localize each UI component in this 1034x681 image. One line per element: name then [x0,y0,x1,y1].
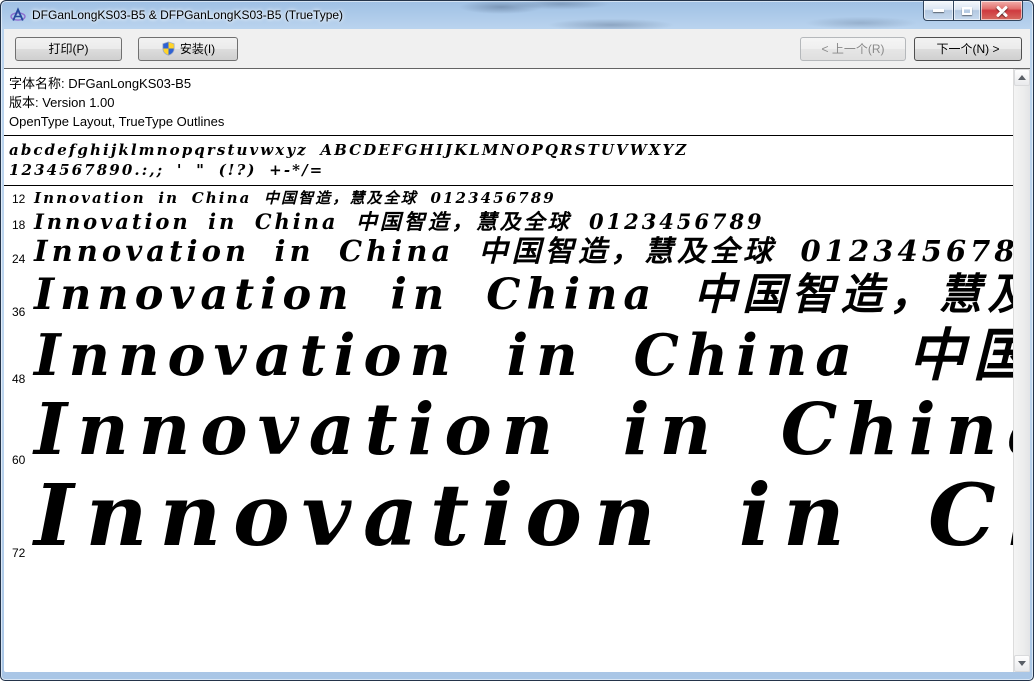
caption-buttons [923,1,1023,21]
glyph-sample-block: abcdefghijklmnopqrstuvwxyz ABCDEFGHIJKLM… [4,136,1013,185]
scroll-up-button[interactable] [1014,69,1030,86]
preview-row-24: 24 Innovation in China 中国智造，慧及全球 0123456… [4,234,1013,268]
font-preview-pane: 字体名称: DFGanLongKS03-B5 版本: Version 1.00 … [4,69,1030,672]
scrollbar-track[interactable] [1014,86,1030,655]
preview-text: Innovation in China 中国智造，慧及全球 0123456789 [34,234,1013,268]
size-label: 12 [12,192,26,206]
uac-shield-icon [162,41,175,56]
preview-text: Innovation in China 中国智造，慧及全球 0123456789 [34,270,1013,320]
preview-text: Innovation in China 中国智造，慧及全球 0123456789 [34,322,1013,388]
glyph-sample-symbols: 1234567890.:,; ' " (!?) +-*/= [9,161,325,179]
preview-row-60: 60 Innovation in China 中国智造，慧及全球 0123456… [4,388,1013,469]
close-icon [996,6,1008,16]
size-label: 24 [12,252,26,266]
preview-text: Innovation in China 中国智造，慧及全球 0123456789 [34,388,1013,469]
font-preview-content: 字体名称: DFGanLongKS03-B5 版本: Version 1.00 … [4,69,1013,672]
scroll-down-button[interactable] [1014,655,1030,672]
preview-row-12: 12 Innovation in China 中国智造，慧及全球 0123456… [4,188,1013,208]
minimize-button[interactable] [923,1,953,21]
print-button[interactable]: 打印(P) [15,36,122,61]
install-button-label: 安装(I) [179,42,216,56]
preview-row-36: 36 Innovation in China 中国智造，慧及全球 0123456… [4,268,1013,321]
size-label: 36 [12,305,26,319]
glyph-sample-letters: abcdefghijklmnopqrstuvwxyz ABCDEFGHIJKLM… [9,141,689,159]
size-label: 60 [12,453,26,467]
vertical-scrollbar[interactable] [1013,69,1030,672]
font-viewer-window: DFGanLongKS03-B5 & DFPGanLongKS03-B5 (Tr… [0,0,1034,681]
preview-text: Innovation in China 中国智造，慧及全球 0123456789 [34,189,556,207]
preview-row-72: 72 Innovation in China 中国智造，慧及全球 0123456… [4,469,1013,562]
scroll-down-arrow-icon [1018,661,1026,666]
next-font-button[interactable]: 下一个(N) > [914,36,1022,61]
install-button[interactable]: 安装(I) [138,36,238,61]
minimize-icon [933,9,944,12]
previous-font-button[interactable]: < 上一个(R) [800,36,906,61]
font-name-line: 字体名称: DFGanLongKS03-B5 [9,76,192,91]
preview-row-48: 48 Innovation in China 中国智造，慧及全球 0123456… [4,321,1013,388]
size-label: 48 [12,372,26,386]
font-outline-line: OpenType Layout, TrueType Outlines [9,114,225,129]
preview-text: Innovation in China 中国智造，慧及全球 0123456789 [34,469,1013,562]
window-title: DFGanLongKS03-B5 & DFPGanLongKS03-B5 (Tr… [32,8,344,22]
titlebar[interactable]: DFGanLongKS03-B5 & DFPGanLongKS03-B5 (Tr… [1,1,1033,29]
maximize-button[interactable] [953,1,981,21]
preview-row-18: 18 Innovation in China 中国智造，慧及全球 0123456… [4,208,1013,234]
font-version-line: 版本: Version 1.00 [9,95,115,110]
scroll-up-arrow-icon [1018,75,1026,80]
preview-text: Innovation in China 中国智造，慧及全球 0123456789 [34,209,765,234]
font-info-block: 字体名称: DFGanLongKS03-B5 版本: Version 1.00 … [4,69,1013,135]
size-label: 72 [12,546,26,560]
toolbar: 打印(P) 安装(I) < 上一个(R) 下一个(N) > [4,29,1030,69]
font-viewer-app-icon [10,7,26,21]
close-button[interactable] [981,1,1023,21]
maximize-icon [962,6,972,15]
size-preview-rows: 12 Innovation in China 中国智造，慧及全球 0123456… [4,186,1013,562]
size-label: 18 [12,218,26,232]
